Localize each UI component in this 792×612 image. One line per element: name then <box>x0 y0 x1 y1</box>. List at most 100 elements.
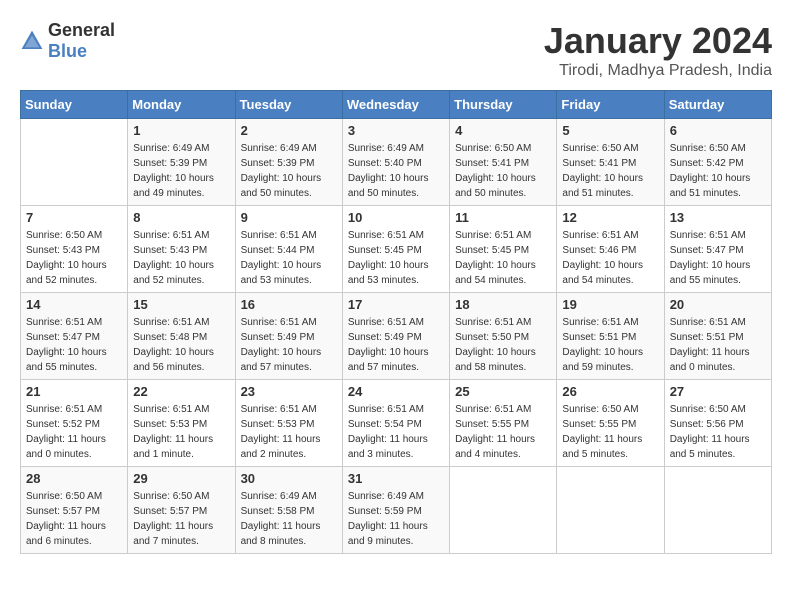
calendar-week-row: 28 Sunrise: 6:50 AMSunset: 5:57 PMDayligh… <box>21 467 772 554</box>
logo-blue-text: Blue <box>48 41 87 61</box>
calendar-cell: 8 Sunrise: 6:51 AMSunset: 5:43 PMDaylight… <box>128 206 235 293</box>
calendar-cell: 22Sunrise: 6:51 AMSunset: 5:53 PMDayligh… <box>128 380 235 467</box>
calendar-cell: 31Sunrise: 6:49 AMSunset: 5:59 PMDayligh… <box>342 467 449 554</box>
calendar-cell: 15 Sunrise: 6:51 AMSunset: 5:48 PMDayligh… <box>128 293 235 380</box>
day-detail: Sunrise: 6:51 AMSunset: 5:44 PMDaylight:… <box>241 228 337 288</box>
day-detail: Sunrise: 6:50 AMSunset: 5:57 PMDaylight:… <box>133 489 229 549</box>
day-detail: Sunrise: 6:49 AMSunset: 5:40 PMDaylight:… <box>348 141 444 201</box>
calendar-cell <box>557 467 664 554</box>
calendar-cell: 18 Sunrise: 6:51 AMSunset: 5:50 PMDayligh… <box>450 293 557 380</box>
page-header: General Blue January 2024 Tirodi, Madhya… <box>20 20 772 80</box>
day-number: 30 <box>241 471 337 486</box>
day-detail: Sunrise: 6:51 AMSunset: 5:54 PMDaylight:… <box>348 402 444 462</box>
weekday-header: Tuesday <box>235 91 342 119</box>
calendar-cell: 12 Sunrise: 6:51 AMSunset: 5:46 PMDayligh… <box>557 206 664 293</box>
calendar-cell: 23 Sunrise: 6:51 AMSunset: 5:53 PMDayligh… <box>235 380 342 467</box>
location-title: Tirodi, Madhya Pradesh, India <box>544 62 772 80</box>
day-detail: Sunrise: 6:50 AMSunset: 5:41 PMDaylight:… <box>562 141 658 201</box>
day-detail: Sunrise: 6:51 AMSunset: 5:45 PMDaylight:… <box>348 228 444 288</box>
calendar-cell <box>450 467 557 554</box>
day-number: 2 <box>241 123 337 138</box>
day-detail: Sunrise: 6:49 AMSunset: 5:39 PMDaylight:… <box>241 141 337 201</box>
day-detail: Sunrise: 6:51 AMSunset: 5:49 PMDaylight:… <box>241 315 337 375</box>
day-detail: Sunrise: 6:51 AMSunset: 5:55 PMDaylight:… <box>455 402 551 462</box>
calendar-cell: 21Sunrise: 6:51 AMSunset: 5:52 PMDayligh… <box>21 380 128 467</box>
day-detail: Sunrise: 6:51 AMSunset: 5:51 PMDaylight:… <box>562 315 658 375</box>
calendar-cell: 3 Sunrise: 6:49 AMSunset: 5:40 PMDaylight… <box>342 119 449 206</box>
day-number: 3 <box>348 123 444 138</box>
day-number: 23 <box>241 384 337 399</box>
day-number: 7 <box>26 210 122 225</box>
weekday-header-row: SundayMondayTuesdayWednesdayThursdayFrid… <box>21 91 772 119</box>
calendar-cell: 20 Sunrise: 6:51 AMSunset: 5:51 PMDayligh… <box>664 293 771 380</box>
day-detail: Sunrise: 6:51 AMSunset: 5:48 PMDaylight:… <box>133 315 229 375</box>
day-number: 9 <box>241 210 337 225</box>
calendar-cell <box>664 467 771 554</box>
calendar-cell: 19Sunrise: 6:51 AMSunset: 5:51 PMDayligh… <box>557 293 664 380</box>
day-detail: Sunrise: 6:50 AMSunset: 5:55 PMDaylight:… <box>562 402 658 462</box>
day-number: 11 <box>455 210 551 225</box>
day-detail: Sunrise: 6:50 AMSunset: 5:41 PMDaylight:… <box>455 141 551 201</box>
day-detail: Sunrise: 6:51 AMSunset: 5:50 PMDaylight:… <box>455 315 551 375</box>
day-number: 16 <box>241 297 337 312</box>
weekday-header: Monday <box>128 91 235 119</box>
logo-icon <box>20 29 44 53</box>
calendar-cell: 17 Sunrise: 6:51 AMSunset: 5:49 PMDayligh… <box>342 293 449 380</box>
day-detail: Sunrise: 6:51 AMSunset: 5:53 PMDaylight:… <box>133 402 229 462</box>
day-detail: Sunrise: 6:50 AMSunset: 5:56 PMDaylight:… <box>670 402 766 462</box>
calendar-cell: 28Sunrise: 6:50 AMSunset: 5:57 PMDayligh… <box>21 467 128 554</box>
day-detail: Sunrise: 6:49 AMSunset: 5:59 PMDaylight:… <box>348 489 444 549</box>
day-detail: Sunrise: 6:49 AMSunset: 5:39 PMDaylight:… <box>133 141 229 201</box>
day-detail: Sunrise: 6:51 AMSunset: 5:51 PMDaylight:… <box>670 315 766 375</box>
day-number: 17 <box>348 297 444 312</box>
calendar-week-row: 1Sunrise: 6:49 AMSunset: 5:39 PMDaylight… <box>21 119 772 206</box>
day-number: 20 <box>670 297 766 312</box>
calendar-cell: 16 Sunrise: 6:51 AMSunset: 5:49 PMDayligh… <box>235 293 342 380</box>
day-number: 29 <box>133 471 229 486</box>
day-detail: Sunrise: 6:51 AMSunset: 5:46 PMDaylight:… <box>562 228 658 288</box>
calendar-cell: 7 Sunrise: 6:50 AMSunset: 5:43 PMDaylight… <box>21 206 128 293</box>
calendar-cell: 14Sunrise: 6:51 AMSunset: 5:47 PMDayligh… <box>21 293 128 380</box>
day-number: 25 <box>455 384 551 399</box>
day-number: 28 <box>26 471 122 486</box>
calendar-cell: 29 Sunrise: 6:50 AMSunset: 5:57 PMDayligh… <box>128 467 235 554</box>
calendar-cell: 9 Sunrise: 6:51 AMSunset: 5:44 PMDaylight… <box>235 206 342 293</box>
day-number: 12 <box>562 210 658 225</box>
weekday-header: Saturday <box>664 91 771 119</box>
calendar-week-row: 14Sunrise: 6:51 AMSunset: 5:47 PMDayligh… <box>21 293 772 380</box>
day-detail: Sunrise: 6:50 AMSunset: 5:43 PMDaylight:… <box>26 228 122 288</box>
day-detail: Sunrise: 6:50 AMSunset: 5:42 PMDaylight:… <box>670 141 766 201</box>
calendar-week-row: 7 Sunrise: 6:50 AMSunset: 5:43 PMDaylight… <box>21 206 772 293</box>
weekday-header: Sunday <box>21 91 128 119</box>
day-detail: Sunrise: 6:49 AMSunset: 5:58 PMDaylight:… <box>241 489 337 549</box>
day-number: 13 <box>670 210 766 225</box>
title-area: January 2024 Tirodi, Madhya Pradesh, Ind… <box>544 20 772 80</box>
day-detail: Sunrise: 6:51 AMSunset: 5:53 PMDaylight:… <box>241 402 337 462</box>
day-number: 10 <box>348 210 444 225</box>
calendar-cell: 27Sunrise: 6:50 AMSunset: 5:56 PMDayligh… <box>664 380 771 467</box>
calendar-table: SundayMondayTuesdayWednesdayThursdayFrid… <box>20 90 772 554</box>
calendar-week-row: 21Sunrise: 6:51 AMSunset: 5:52 PMDayligh… <box>21 380 772 467</box>
month-title: January 2024 <box>544 20 772 62</box>
calendar-cell: 10 Sunrise: 6:51 AMSunset: 5:45 PMDayligh… <box>342 206 449 293</box>
day-number: 4 <box>455 123 551 138</box>
weekday-header: Wednesday <box>342 91 449 119</box>
calendar-cell: 24Sunrise: 6:51 AMSunset: 5:54 PMDayligh… <box>342 380 449 467</box>
day-detail: Sunrise: 6:51 AMSunset: 5:43 PMDaylight:… <box>133 228 229 288</box>
calendar-cell: 11Sunrise: 6:51 AMSunset: 5:45 PMDayligh… <box>450 206 557 293</box>
calendar-cell: 2 Sunrise: 6:49 AMSunset: 5:39 PMDaylight… <box>235 119 342 206</box>
calendar-cell: 13Sunrise: 6:51 AMSunset: 5:47 PMDayligh… <box>664 206 771 293</box>
calendar-cell: 1Sunrise: 6:49 AMSunset: 5:39 PMDaylight… <box>128 119 235 206</box>
day-number: 5 <box>562 123 658 138</box>
weekday-header: Thursday <box>450 91 557 119</box>
day-number: 8 <box>133 210 229 225</box>
logo: General Blue <box>20 20 115 62</box>
day-number: 15 <box>133 297 229 312</box>
logo-general-text: General <box>48 20 115 40</box>
weekday-header: Friday <box>557 91 664 119</box>
day-detail: Sunrise: 6:51 AMSunset: 5:49 PMDaylight:… <box>348 315 444 375</box>
day-number: 6 <box>670 123 766 138</box>
day-number: 18 <box>455 297 551 312</box>
calendar-cell: 5 Sunrise: 6:50 AMSunset: 5:41 PMDaylight… <box>557 119 664 206</box>
calendar-cell <box>21 119 128 206</box>
